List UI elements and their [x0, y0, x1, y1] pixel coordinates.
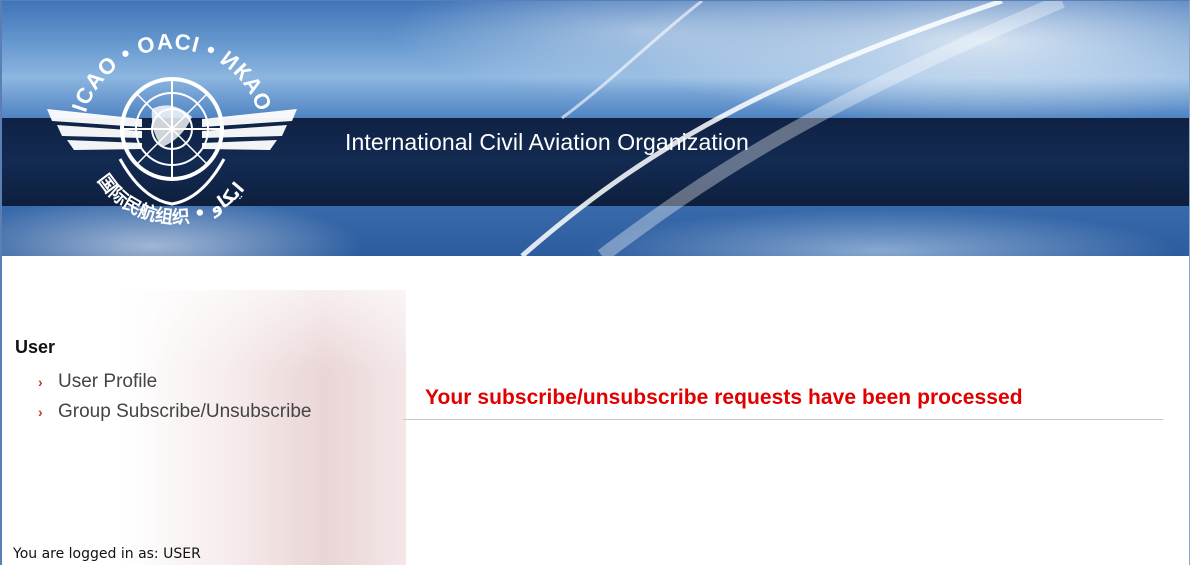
header-banner: ICAO • OACI • ИКАО 国际民航组织 • ايكاو Intern… — [2, 1, 1189, 256]
sidebar-background — [2, 290, 406, 565]
chevron-right-icon: › — [38, 404, 43, 420]
sidebar-item-user-profile[interactable]: › User Profile — [38, 371, 157, 393]
organization-title: International Civil Aviation Organizatio… — [345, 129, 749, 155]
status-message: Your subscribe/unsubscribe requests have… — [425, 386, 1023, 409]
icao-logo: ICAO • OACI • ИКАО 国际民航组织 • ايكاو — [47, 29, 297, 229]
sidebar-heading: User — [15, 337, 56, 357]
sidebar-item-label: User Profile — [58, 371, 158, 392]
sidebar-item-group-subscribe[interactable]: › Group Subscribe/Unsubscribe — [38, 401, 311, 423]
chevron-right-icon: › — [38, 374, 43, 390]
logged-in-status: You are logged in as: USER — [13, 546, 201, 562]
divider — [403, 419, 1163, 420]
sidebar-item-label: Group Subscribe/Unsubscribe — [58, 401, 312, 422]
